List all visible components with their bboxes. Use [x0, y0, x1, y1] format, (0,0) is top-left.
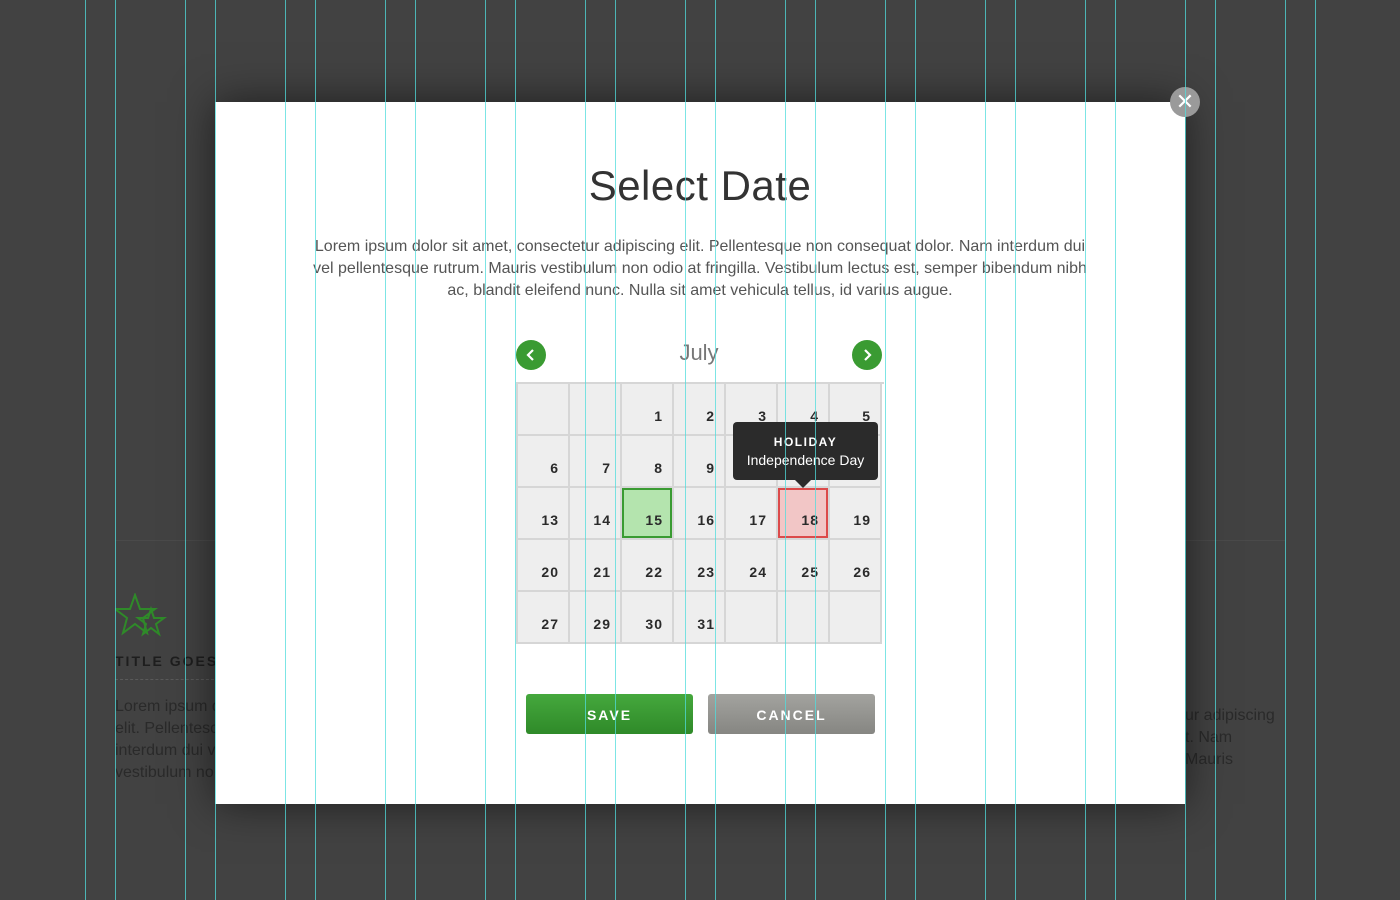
day-number: 21	[593, 564, 611, 580]
empty-day-cell	[570, 384, 622, 436]
holiday-tooltip: HOLIDAY Independence Day	[733, 422, 878, 488]
modal-description: Lorem ipsum dolor sit amet, consectetur …	[313, 238, 1087, 299]
day-cell[interactable]: 9	[674, 436, 726, 488]
close-icon: ✕	[1175, 89, 1195, 114]
day-number: 23	[697, 564, 715, 580]
day-number: 8	[654, 460, 663, 476]
day-number: 27	[541, 616, 559, 632]
day-number: 18	[801, 512, 819, 528]
tooltip-title: HOLIDAY	[773, 435, 838, 449]
background-feature-right: ur adipiscing t. Nam Mauris	[1185, 705, 1285, 771]
day-number: 31	[697, 616, 715, 632]
close-modal-button[interactable]: ✕	[1170, 87, 1200, 117]
background-feature-text: ur adipiscing t. Nam Mauris	[1185, 705, 1285, 771]
day-number: 7	[602, 460, 611, 476]
day-number: 25	[801, 564, 819, 580]
guide-line	[85, 0, 86, 900]
day-number: 16	[697, 512, 715, 528]
day-cell[interactable]: 27	[518, 592, 570, 644]
day-cell[interactable]: 14	[570, 488, 622, 540]
stars-icon	[112, 592, 167, 639]
bg-text-line: Mauris	[1185, 751, 1234, 768]
day-number: 30	[645, 616, 663, 632]
next-month-button[interactable]	[852, 340, 882, 370]
guide-line	[1315, 0, 1316, 900]
cancel-button[interactable]: CANCEL	[708, 694, 875, 734]
day-cell[interactable]: 6	[518, 436, 570, 488]
day-number: 6	[550, 460, 559, 476]
day-number: 26	[853, 564, 871, 580]
day-cell[interactable]: 8	[622, 436, 674, 488]
bg-text-line: t. Nam	[1185, 729, 1233, 746]
calendar-header: July	[516, 340, 882, 372]
day-cell[interactable]: 31	[674, 592, 726, 644]
day-cell[interactable]: 2	[674, 384, 726, 436]
day-number: 15	[645, 512, 663, 528]
day-cell[interactable]: 25	[778, 540, 830, 592]
day-cell[interactable]: 26	[830, 540, 882, 592]
day-number: 2	[706, 408, 715, 424]
day-number: 22	[645, 564, 663, 580]
day-cell[interactable]: 19	[830, 488, 882, 540]
tooltip-body: Independence Day	[746, 452, 865, 468]
day-number: 29	[593, 616, 611, 632]
day-cell[interactable]: 21	[570, 540, 622, 592]
day-cell[interactable]: 13	[518, 488, 570, 540]
day-number: 20	[541, 564, 559, 580]
day-cell[interactable]: 22	[622, 540, 674, 592]
empty-day-cell	[726, 592, 778, 644]
month-label: July	[679, 340, 719, 365]
day-cell[interactable]: 29	[570, 592, 622, 644]
modal-title: Select Date	[588, 162, 812, 209]
empty-day-cell	[518, 384, 570, 436]
day-number: 19	[853, 512, 871, 528]
empty-day-cell	[778, 592, 830, 644]
day-cell[interactable]: 20	[518, 540, 570, 592]
day-number: 9	[706, 460, 715, 476]
day-number: 13	[541, 512, 559, 528]
day-cell-selected[interactable]: 15	[622, 488, 674, 540]
day-cell[interactable]: 1	[622, 384, 674, 436]
day-cell[interactable]: 17	[726, 488, 778, 540]
select-date-modal: Select Date Lorem ipsum dolor sit amet, …	[215, 102, 1185, 804]
save-button[interactable]: SAVE	[526, 694, 693, 734]
day-cell[interactable]: 16	[674, 488, 726, 540]
empty-day-cell	[830, 592, 882, 644]
guide-line	[1285, 0, 1286, 900]
day-cell[interactable]: 23	[674, 540, 726, 592]
chevron-right-icon	[864, 349, 872, 361]
day-cell-holiday[interactable]: 18	[778, 488, 830, 540]
bg-text-line: ur adipiscing	[1185, 707, 1275, 724]
day-cell[interactable]: 24	[726, 540, 778, 592]
day-number: 14	[593, 512, 611, 528]
day-number: 24	[749, 564, 767, 580]
day-number: 1	[654, 408, 663, 424]
day-cell[interactable]: 7	[570, 436, 622, 488]
day-cell[interactable]: 30	[622, 592, 674, 644]
tooltip-arrow	[795, 480, 811, 488]
day-number: 17	[749, 512, 767, 528]
